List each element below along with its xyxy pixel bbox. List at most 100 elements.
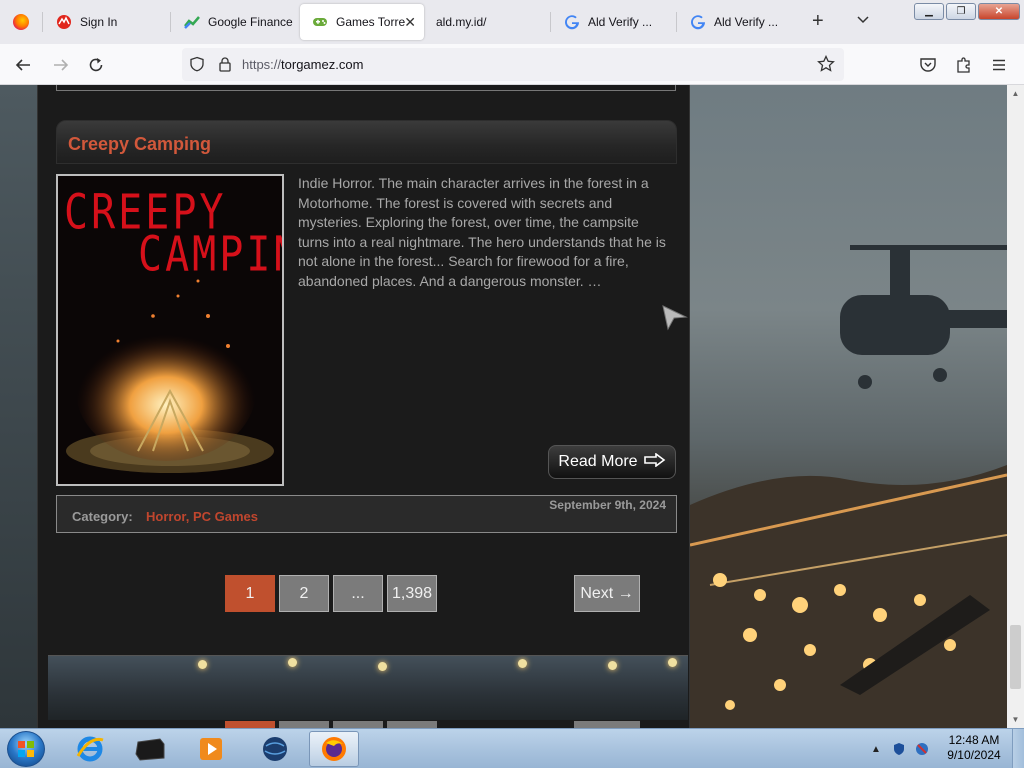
firefox-icon: [13, 14, 29, 30]
arrow-right-icon: [643, 451, 666, 472]
windows-logo-icon: [18, 741, 34, 757]
tab-label: Sign In: [80, 15, 118, 29]
firefox-menu[interactable]: [0, 0, 42, 44]
chevron-down-icon[interactable]: [856, 13, 870, 32]
tab-separator: [676, 12, 677, 32]
scroll-up-icon[interactable]: ▲: [1007, 85, 1024, 102]
tray-expand-icon[interactable]: ▲: [868, 741, 884, 757]
url-host: torgamez.com: [281, 57, 364, 72]
extensions-puzzle-icon[interactable]: [953, 54, 975, 76]
finance-chart-icon: [184, 14, 200, 30]
new-tab-icon[interactable]: +: [812, 10, 824, 32]
page-ellipsis: ...: [333, 575, 383, 612]
page-1-button[interactable]: 1: [225, 575, 275, 612]
forward-arrow-icon[interactable]: [50, 54, 72, 76]
red-bird-icon: [56, 14, 72, 30]
previous-post-box: [56, 85, 676, 91]
lower-page-1: [225, 721, 275, 728]
page-scrollbar[interactable]: ▲ ▼: [1007, 85, 1024, 728]
clock-date: 9/10/2024: [947, 748, 1001, 762]
post-meta-bar: September 9th, 2024 Category: Horror, PC…: [56, 495, 677, 533]
tab-games-torrents[interactable]: Games Torre ✕: [300, 4, 424, 40]
main-column: Creepy Camping CREEPY CAMPING: [37, 85, 690, 728]
bookmark-star-icon[interactable]: [815, 53, 837, 75]
window-controls: ▁ ❐ ✕: [914, 3, 1020, 20]
lower-next: [574, 721, 640, 728]
lower-page-2: [279, 721, 329, 728]
next-page-button[interactable]: Next →: [574, 575, 640, 612]
minimize-icon[interactable]: ▁: [914, 3, 944, 20]
close-window-icon[interactable]: ✕: [978, 3, 1020, 20]
clock-time: 12:48 AM: [948, 733, 1000, 747]
lower-page-last: [387, 721, 437, 728]
tab-google-finance[interactable]: Google Finance: [172, 4, 296, 40]
firefox-icon: [322, 737, 346, 761]
tab-strip: Sign In Google Finance Games Torre ✕ ald…: [0, 0, 1024, 44]
hamburger-menu-icon[interactable]: [988, 54, 1010, 76]
restore-icon[interactable]: ❐: [946, 3, 976, 20]
page-content: Creepy Camping CREEPY CAMPING: [0, 85, 1007, 728]
background-art: [689, 85, 1007, 728]
start-button[interactable]: [7, 731, 45, 767]
firefox-taskbar[interactable]: [309, 731, 359, 767]
tab-sign-in[interactable]: Sign In: [44, 4, 170, 40]
url-bar[interactable]: https://torgamez.com: [182, 48, 844, 81]
campfire-icon: [66, 279, 274, 473]
url-text[interactable]: https://torgamez.com: [242, 57, 363, 72]
banner-light: [668, 658, 677, 667]
globe-icon: [263, 737, 287, 761]
media-center-taskbar[interactable]: [125, 731, 175, 767]
post-excerpt: Indie Horror. The main character arrives…: [298, 175, 666, 289]
gamepad-icon: [312, 14, 328, 30]
show-desktop-button[interactable]: [1012, 729, 1024, 768]
internet-explorer-icon: [76, 736, 104, 762]
lower-pagination-strip: [48, 720, 688, 728]
shield-tray-icon[interactable]: [891, 741, 907, 757]
tab-label: Games Torre: [336, 15, 406, 29]
page-last-button[interactable]: 1,398: [387, 575, 437, 612]
read-more-button[interactable]: Read More: [548, 445, 676, 479]
tab-label: ald.my.id/: [436, 15, 487, 29]
banner-light: [518, 659, 527, 668]
banner-light: [288, 658, 297, 667]
tab-separator: [42, 12, 43, 32]
internet-explorer-taskbar[interactable]: [65, 731, 115, 767]
close-tab-icon[interactable]: ✕: [404, 14, 416, 31]
network-icon[interactable]: [914, 741, 930, 757]
tab-ald-verify-1[interactable]: Ald Verify ...: [552, 4, 676, 40]
post-title-link[interactable]: Creepy Camping: [68, 134, 211, 155]
url-scheme: https://: [242, 57, 282, 72]
banner-light: [378, 662, 387, 671]
back-arrow-icon[interactable]: [12, 54, 34, 76]
post-date: September 9th, 2024: [549, 498, 666, 512]
windows-taskbar: ▲ 12:48 AM 9/10/2024: [0, 728, 1024, 768]
tab-ald-my-id[interactable]: ald.my.id/: [424, 4, 550, 40]
tab-label: Ald Verify ...: [714, 15, 779, 29]
read-more-label: Read More: [558, 453, 638, 470]
reload-icon[interactable]: [85, 54, 107, 76]
lower-page-ellipsis: [333, 721, 383, 728]
category-label: Category:: [72, 509, 133, 524]
banner-light: [198, 660, 207, 669]
black-box-icon: [135, 738, 165, 761]
scroll-thumb[interactable]: [1010, 625, 1021, 689]
tab-label: Ald Verify ...: [588, 15, 653, 29]
tab-ald-verify-2[interactable]: Ald Verify ...: [678, 4, 802, 40]
scroll-down-icon[interactable]: ▼: [1007, 711, 1024, 728]
background-left: [0, 85, 37, 728]
globe-app-taskbar[interactable]: [250, 731, 300, 767]
helicopter-battle-art: [689, 245, 1007, 728]
pocket-icon[interactable]: [917, 54, 939, 76]
google-g-icon: [564, 14, 580, 30]
navigation-toolbar: https://torgamez.com: [0, 44, 1024, 85]
system-clock[interactable]: 12:48 AM 9/10/2024: [944, 733, 1004, 763]
page-2-button[interactable]: 2: [279, 575, 329, 612]
lock-icon[interactable]: [214, 53, 236, 75]
category-links[interactable]: Horror, PC Games: [146, 509, 258, 524]
banner-light: [608, 661, 617, 670]
tracking-shield-icon[interactable]: [186, 53, 208, 75]
media-player-taskbar[interactable]: [186, 731, 236, 767]
tab-separator: [550, 12, 551, 32]
game-cover-image[interactable]: CREEPY CAMPING: [56, 174, 284, 486]
post-title-bar: Creepy Camping: [56, 120, 677, 164]
